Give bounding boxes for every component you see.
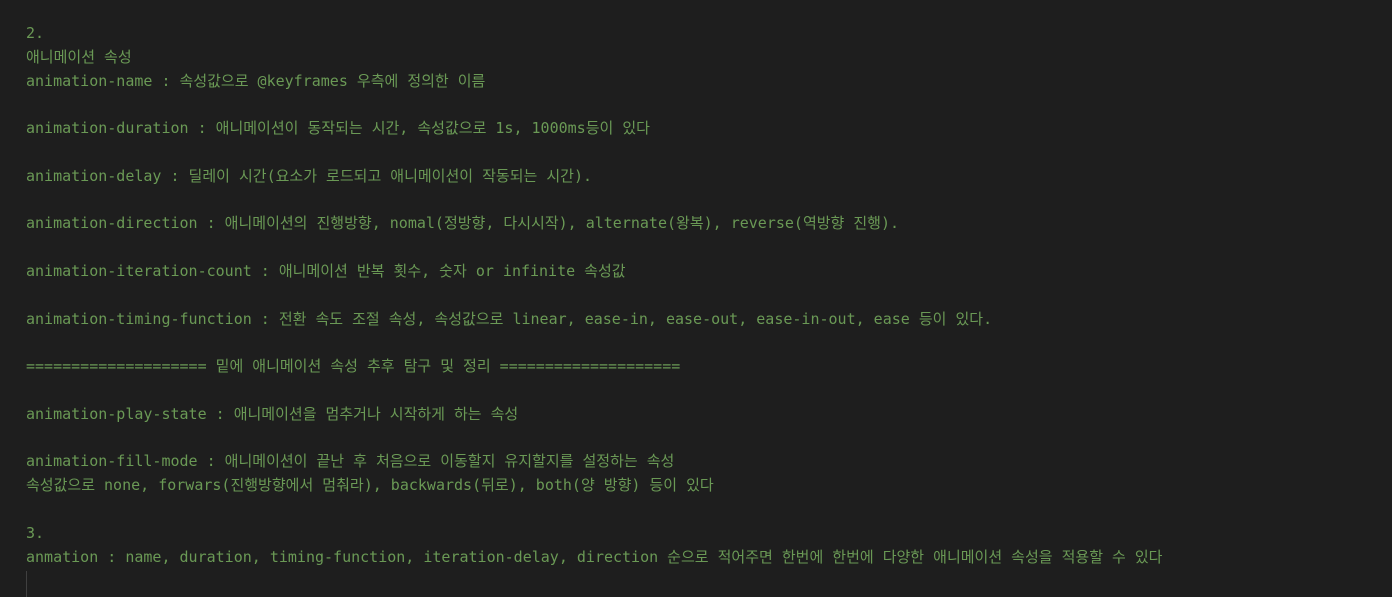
code-line: animation-iteration-count : 애니메이션 반복 횟수,… <box>26 261 626 280</box>
code-line: animation-delay : 딜레이 시간(요소가 로드되고 애니메이션이… <box>26 166 593 185</box>
indent-guide <box>26 571 27 597</box>
code-line: ==================== 밑에 애니메이션 속성 추후 탐구 및… <box>26 357 681 376</box>
code-line: 2. <box>26 24 45 42</box>
code-line: 3. <box>26 523 45 542</box>
code-line: animation-play-state : 애니메이션을 멈추거나 시작하게 … <box>26 404 519 423</box>
code-line: animation-timing-function : 전환 속도 조절 속성,… <box>26 309 993 328</box>
code-line: 속성값으로 none, forwars(진행방향에서 멈춰라), backwar… <box>26 476 714 495</box>
code-line: anmation : name, duration, timing-functi… <box>26 547 1163 566</box>
code-editor[interactable]: 2. 애니메이션 속성 animation-name : 속성값으로 @keyf… <box>0 0 1392 597</box>
code-line: 애니메이션 속성 <box>26 47 132 66</box>
code-line: animation-duration : 애니메이션이 동작되는 시간, 속성값… <box>26 119 650 138</box>
code-line: animation-fill-mode : 애니메이션이 끝난 후 처음으로 이… <box>26 452 675 471</box>
code-line: animation-name : 속성값으로 @keyframes 우측에 정의… <box>26 71 486 90</box>
code-line: animation-direction : 애니메이션의 진행방향, nomal… <box>26 214 900 233</box>
